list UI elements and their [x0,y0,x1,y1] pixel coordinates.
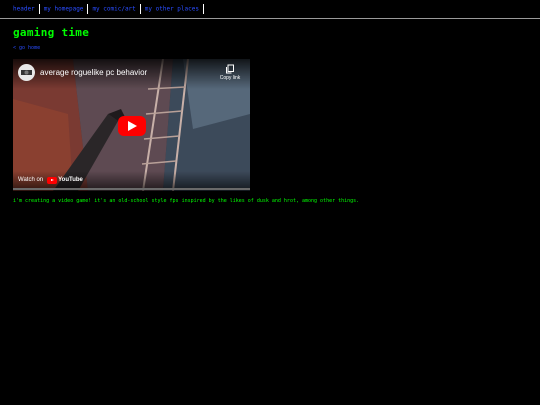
youtube-logo: YouTube [47,176,83,184]
nav-separator [38,4,40,14]
nav-link-homepage[interactable]: my homepage [44,6,84,13]
page-description: i'm creating a video game! it's an old-s… [13,198,360,204]
top-nav: header my homepage my comic/art my other pl… [0,0,540,19]
copy-link-label: Copy link [219,75,241,81]
youtube-icon [47,176,58,184]
play-icon [128,121,137,131]
nav-separator [87,4,89,14]
watch-on-label: Watch on [18,177,44,183]
video-title[interactable]: average roguelike pc behavior [40,68,147,77]
nav-link-other-places[interactable]: my other places [145,6,199,13]
video-embed[interactable]: average roguelike pc behavior Copy link … [13,59,250,191]
play-button[interactable] [118,116,146,136]
page-title: gaming time [13,26,90,39]
copy-link-button[interactable]: Copy link [215,64,245,81]
nav-separator [202,4,204,14]
nav-separator [139,4,141,14]
copy-icon [226,64,234,74]
nav-link-header[interactable]: header [13,6,35,13]
youtube-wordmark: YouTube [58,177,83,183]
watch-on-youtube-button[interactable]: Watch on YouTube [18,174,83,186]
video-progress-bar[interactable] [13,188,250,190]
channel-avatar[interactable] [18,64,35,81]
nav-link-comic-art[interactable]: my comic/art [92,6,135,13]
nav-links: header my homepage my comic/art my other pl… [13,4,208,15]
go-home-link[interactable]: < go home [13,45,40,51]
